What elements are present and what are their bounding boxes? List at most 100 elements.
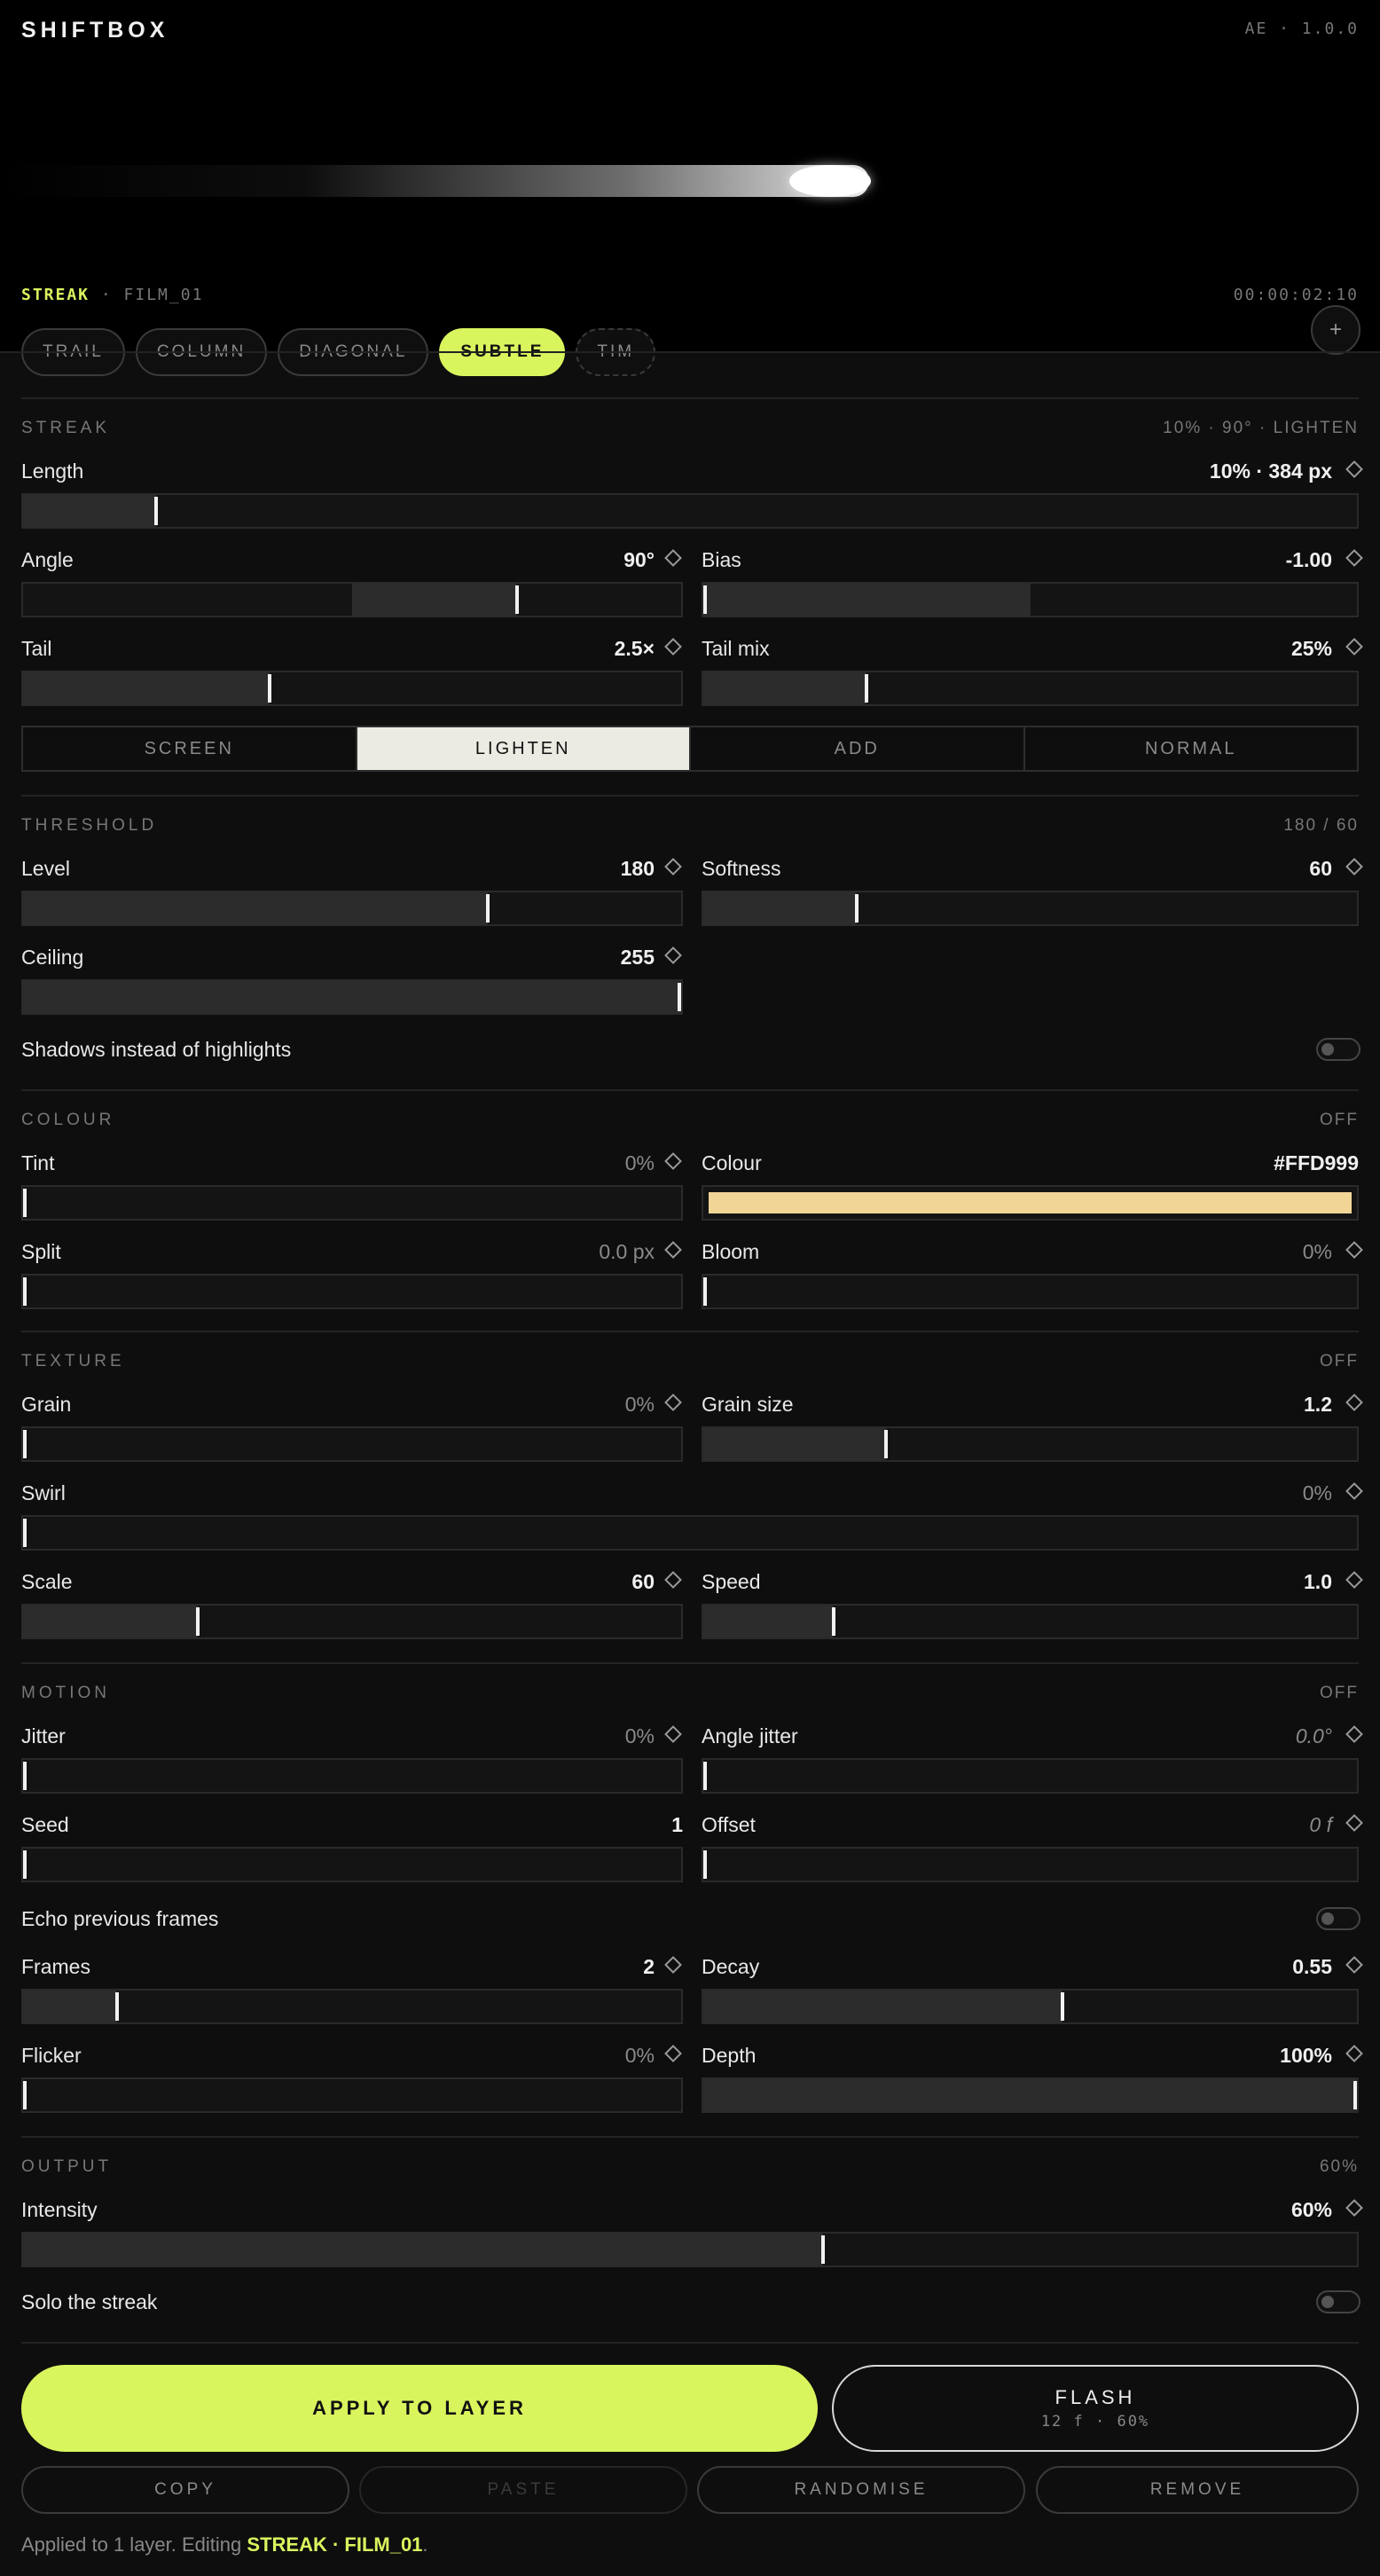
grain-slider[interactable]	[21, 1426, 683, 1462]
keyframe-icon[interactable]	[1345, 1725, 1363, 1743]
softness-label: Softness	[702, 857, 781, 880]
grain-size-value[interactable]: 1.2	[1304, 1393, 1332, 1417]
tint-value[interactable]: 0%	[625, 1151, 655, 1175]
blend-mode-normal[interactable]: NORMAL	[1025, 727, 1358, 770]
keyframe-icon[interactable]	[1345, 2199, 1363, 2217]
tint-slider[interactable]	[21, 1185, 683, 1221]
bloom-slider[interactable]	[702, 1274, 1359, 1309]
blend-mode-lighten[interactable]: LIGHTEN	[357, 727, 691, 770]
section-title: STREAK	[21, 419, 111, 437]
keyframe-icon[interactable]	[664, 2045, 682, 2062]
level-slider[interactable]	[21, 891, 683, 926]
offset-value[interactable]: 0 f	[1309, 1813, 1332, 1837]
speed-slider[interactable]	[702, 1604, 1359, 1639]
paste-button[interactable]: PASTE	[359, 2466, 687, 2514]
keyframe-icon[interactable]	[1345, 1482, 1363, 1500]
keyframe-icon[interactable]	[1345, 638, 1363, 656]
tail-mix-value[interactable]: 25%	[1291, 637, 1332, 661]
frames-label: Frames	[21, 1955, 90, 1978]
flicker-value[interactable]: 0%	[625, 2044, 655, 2068]
jitter-slider[interactable]	[21, 1758, 683, 1794]
section-title: THRESHOLD	[21, 816, 158, 835]
section-title: TEXTURE	[21, 1352, 125, 1370]
solo-toggle[interactable]	[1316, 2290, 1360, 2313]
scale-label: Scale	[21, 1570, 73, 1593]
tail-slider[interactable]	[21, 671, 683, 706]
split-value[interactable]: 0.0 px	[599, 1240, 655, 1264]
decay-value[interactable]: 0.55	[1292, 1955, 1332, 1979]
angle-value[interactable]: 90°	[623, 548, 655, 572]
colour-swatch[interactable]	[702, 1185, 1359, 1221]
keyframe-icon[interactable]	[664, 1152, 682, 1170]
bloom-value[interactable]: 0%	[1303, 1240, 1332, 1264]
softness-value[interactable]: 60	[1309, 857, 1332, 881]
decay-slider[interactable]	[702, 1989, 1359, 2024]
scale-value[interactable]: 60	[631, 1570, 655, 1594]
keyframe-icon[interactable]	[1345, 1394, 1363, 1411]
keyframe-icon[interactable]	[664, 1725, 682, 1743]
keyframe-icon[interactable]	[664, 1571, 682, 1589]
angle-jitter-value[interactable]: 0.0°	[1296, 1724, 1332, 1748]
keyframe-icon[interactable]	[664, 1394, 682, 1411]
blend-mode-add[interactable]: ADD	[691, 727, 1025, 770]
app-title: SHIFTBOX	[21, 18, 169, 43]
angle-jitter-slider[interactable]	[702, 1758, 1359, 1794]
keyframe-icon[interactable]	[1345, 549, 1363, 567]
keyframe-icon[interactable]	[664, 638, 682, 656]
swirl-value[interactable]: 0%	[1303, 1481, 1332, 1505]
swirl-slider[interactable]	[21, 1515, 1359, 1551]
seed-slider[interactable]	[21, 1847, 683, 1882]
offset-slider[interactable]	[702, 1847, 1359, 1882]
keyframe-icon[interactable]	[1345, 1956, 1363, 1974]
angle-slider[interactable]	[21, 582, 683, 617]
keyframe-icon[interactable]	[664, 1956, 682, 1974]
depth-slider[interactable]	[702, 2077, 1359, 2113]
frames-value[interactable]: 2	[643, 1955, 655, 1979]
keyframe-icon[interactable]	[664, 1241, 682, 1259]
keyframe-icon[interactable]	[664, 946, 682, 964]
blend-mode-screen[interactable]: SCREEN	[23, 727, 357, 770]
split-slider[interactable]	[21, 1274, 683, 1309]
ceiling-slider[interactable]	[21, 979, 683, 1015]
length-value[interactable]: 10% · 384 px	[1210, 459, 1332, 483]
colour-hex-value[interactable]: #FFD999	[1274, 1151, 1359, 1175]
flicker-slider[interactable]	[21, 2077, 683, 2113]
scale-slider[interactable]	[21, 1604, 683, 1639]
copy-button[interactable]: COPY	[21, 2466, 349, 2514]
keyframe-icon[interactable]	[1345, 2045, 1363, 2062]
tail-value[interactable]: 2.5×	[615, 637, 655, 661]
section-meta: OFF	[1320, 1111, 1359, 1129]
grain-size-slider[interactable]	[702, 1426, 1359, 1462]
length-slider[interactable]	[21, 493, 1359, 529]
keyframe-icon[interactable]	[1345, 460, 1363, 478]
keyframe-icon[interactable]	[1345, 858, 1363, 876]
echo-toggle[interactable]	[1316, 1907, 1360, 1930]
bias-value[interactable]: -1.00	[1286, 548, 1332, 572]
bias-slider[interactable]	[702, 582, 1359, 617]
randomise-button[interactable]: RANDOMISE	[697, 2466, 1025, 2514]
keyframe-icon[interactable]	[1345, 1571, 1363, 1589]
remove-button[interactable]: REMOVE	[1036, 2466, 1359, 2514]
grain-value[interactable]: 0%	[625, 1393, 655, 1417]
add-preset-button[interactable]: +	[1311, 305, 1360, 355]
section-meta: 180 / 60	[1283, 816, 1359, 835]
keyframe-icon[interactable]	[664, 549, 682, 567]
tint-label: Tint	[21, 1151, 55, 1174]
tail-mix-slider[interactable]	[702, 671, 1359, 706]
keyframe-icon[interactable]	[1345, 1814, 1363, 1832]
level-value[interactable]: 180	[621, 857, 655, 881]
intensity-slider[interactable]	[21, 2232, 1359, 2267]
intensity-value[interactable]: 60%	[1291, 2198, 1332, 2222]
frames-slider[interactable]	[21, 1989, 683, 2024]
jitter-value[interactable]: 0%	[625, 1724, 655, 1748]
seed-value[interactable]: 1	[671, 1813, 683, 1837]
speed-value[interactable]: 1.0	[1304, 1570, 1332, 1594]
softness-slider[interactable]	[702, 891, 1359, 926]
keyframe-icon[interactable]	[664, 858, 682, 876]
flash-button[interactable]: FLASH 12 f · 60%	[832, 2365, 1359, 2452]
depth-value[interactable]: 100%	[1280, 2044, 1332, 2068]
keyframe-icon[interactable]	[1345, 1241, 1363, 1259]
shadows-toggle[interactable]	[1316, 1038, 1360, 1061]
ceiling-value[interactable]: 255	[621, 946, 655, 970]
apply-to-layer-button[interactable]: APPLY TO LAYER	[21, 2365, 818, 2452]
